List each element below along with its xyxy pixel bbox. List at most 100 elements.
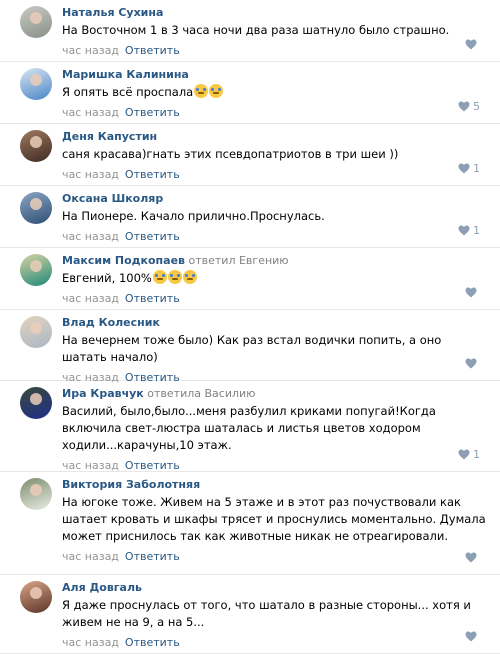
reply-button[interactable]: Ответить — [125, 230, 180, 243]
comment-text: На вечернем тоже было) Как раз встал вод… — [62, 332, 488, 366]
comment-text: На Восточном 1 в 3 часа ночи два раза ша… — [62, 22, 488, 39]
like-button[interactable]: 1 — [458, 162, 480, 175]
like-button[interactable] — [465, 357, 480, 370]
avatar-face — [30, 136, 42, 148]
timestamp[interactable]: час назад — [62, 459, 119, 472]
comment-text-content: саня красава)гнать этих псевдопатриотов … — [62, 147, 399, 161]
reply-to-prefix: ответила — [147, 387, 201, 400]
comment-meta: час назад Ответить — [62, 459, 488, 473]
comment-text: Евгений, 100% — [62, 270, 488, 287]
like-button[interactable]: 5 — [458, 100, 480, 113]
heart-icon — [458, 101, 470, 112]
timestamp[interactable]: час назад — [62, 230, 119, 243]
timestamp[interactable]: час назад — [62, 292, 119, 305]
author-line: Аля Довгаль — [62, 581, 488, 595]
reply-to-name[interactable]: Евгению — [239, 254, 289, 267]
comment-meta: час назад Ответить — [62, 44, 488, 58]
like-button[interactable] — [465, 630, 480, 643]
author-name[interactable]: Наталья Сухина — [62, 6, 163, 19]
comment-item: Маришка Калинина Я опять всё проспала час … — [0, 62, 500, 124]
comment-item: Максим Подкопаев ответил Евгению Евгений,… — [0, 248, 500, 310]
reply-button[interactable]: Ответить — [125, 292, 180, 305]
comment-text: саня красава)гнать этих псевдопатриотов … — [62, 146, 488, 163]
like-button[interactable] — [465, 551, 480, 564]
like-count: 1 — [473, 224, 480, 237]
avatar[interactable] — [20, 387, 52, 419]
reply-button[interactable]: Ответить — [125, 550, 180, 563]
reply-button[interactable]: Ответить — [125, 106, 180, 119]
avatar[interactable] — [20, 68, 52, 100]
author-name[interactable]: Влад Колесник — [62, 316, 160, 329]
crying-emoji — [194, 84, 209, 98]
avatar[interactable] — [20, 581, 52, 613]
reply-button[interactable]: Ответить — [125, 636, 180, 649]
timestamp[interactable]: час назад — [62, 168, 119, 181]
avatar[interactable] — [20, 6, 52, 38]
reply-button[interactable]: Ответить — [125, 168, 180, 181]
avatar-face — [30, 322, 42, 334]
heart-icon — [465, 631, 477, 642]
like-button[interactable]: 1 — [458, 224, 480, 237]
avatar-face — [30, 74, 42, 86]
reply-to-name[interactable]: Василию — [205, 387, 256, 400]
comment-text: Я опять всё проспала — [62, 84, 488, 101]
comment-meta: час назад Ответить — [62, 292, 488, 306]
author-line: Ира Кравчук ответила Василию — [62, 387, 488, 401]
comment-body: Оксана Школяр На Пионере. Качало прилично… — [62, 192, 488, 244]
comment-text-content: На Восточном 1 в 3 часа ночи два раза ша… — [62, 23, 450, 37]
avatar[interactable] — [20, 130, 52, 162]
comment-body: Аля Довгаль Я даже проснулась от того, чт… — [62, 581, 488, 650]
author-name[interactable]: Виктория Заболотняя — [62, 478, 200, 491]
author-line: Наталья Сухина — [62, 6, 488, 20]
timestamp[interactable]: час назад — [62, 106, 119, 119]
reply-button[interactable]: Ответить — [125, 459, 180, 472]
heart-icon — [465, 552, 477, 563]
comment-text-content: На Пионере. Качало прилично.Проснулась. — [62, 209, 325, 223]
author-line: Маришка Калинина — [62, 68, 488, 82]
heart-icon — [458, 163, 470, 174]
like-button[interactable]: 1 — [458, 448, 480, 461]
comment-text-content: Я даже проснулась от того, что шатало в … — [62, 598, 471, 629]
avatar[interactable] — [20, 478, 52, 510]
comment-text: Василий, было,было...меня разбулил крика… — [62, 403, 488, 454]
author-name[interactable]: Ира Кравчук — [62, 387, 144, 400]
comment-body: Маришка Калинина Я опять всё проспала час … — [62, 68, 488, 120]
comment-meta: час назад Ответить — [62, 168, 488, 182]
like-button[interactable] — [465, 38, 480, 51]
comment-body: Деня Капустин саня красава)гнать этих псе… — [62, 130, 488, 182]
author-name[interactable]: Максим Подкопаев — [62, 254, 185, 267]
comment-item: Виктория Заболотняя На югоке тоже. Живем … — [0, 472, 500, 575]
avatar[interactable] — [20, 316, 52, 348]
like-count: 1 — [473, 448, 480, 461]
comment-meta: час назад Ответить — [62, 550, 488, 564]
comment-text-content: На вечернем тоже было) Как раз встал вод… — [62, 333, 442, 364]
avatar[interactable] — [20, 254, 52, 286]
avatar-face — [30, 198, 42, 210]
comment-meta: час назад Ответить — [62, 636, 488, 650]
author-name[interactable]: Аля Довгаль — [62, 581, 142, 594]
timestamp[interactable]: час назад — [62, 550, 119, 563]
avatar-face — [30, 393, 42, 405]
reply-button[interactable]: Ответить — [125, 44, 180, 57]
like-button[interactable] — [465, 286, 480, 299]
heart-icon — [465, 287, 477, 298]
author-name[interactable]: Маришка Калинина — [62, 68, 189, 81]
comment-text: Я даже проснулась от того, что шатало в … — [62, 597, 488, 631]
like-count: 5 — [473, 100, 480, 113]
reply-to-prefix: ответил — [188, 254, 236, 267]
comment-body: Влад Колесник На вечернем тоже было) Как … — [62, 316, 488, 385]
timestamp[interactable]: час назад — [62, 636, 119, 649]
heart-icon — [465, 358, 477, 369]
avatar-face — [30, 12, 42, 24]
comment-text-content: На югоке тоже. Живем на 5 этаже и в этот… — [62, 495, 486, 543]
timestamp[interactable]: час назад — [62, 44, 119, 57]
avatar-face — [30, 587, 42, 599]
comment-meta: час назад Ответить — [62, 106, 488, 120]
avatar[interactable] — [20, 192, 52, 224]
comment-item: Влад Колесник На вечернем тоже было) Как … — [0, 310, 500, 384]
comment-body: Наталья Сухина На Восточном 1 в 3 часа но… — [62, 6, 488, 58]
author-name[interactable]: Оксана Школяр — [62, 192, 163, 205]
comment-text-content: Я опять всё проспала — [62, 85, 194, 99]
author-name[interactable]: Деня Капустин — [62, 130, 157, 143]
crying-emoji — [167, 270, 182, 284]
